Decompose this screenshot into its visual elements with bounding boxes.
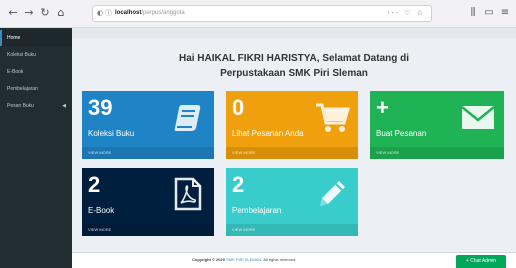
url-path: /perpus/anggota	[141, 10, 185, 16]
sidebar-item-pesan-buku[interactable]: Pesan Buku ◀	[0, 98, 72, 114]
pembelajaran-count: 2	[232, 172, 245, 197]
back-icon[interactable]: ←	[6, 6, 20, 20]
reload-icon[interactable]: ↻	[38, 6, 52, 20]
browser-toolbar: ← → ↻ ⌂ ◐ ⓘ localhost/perpus/anggota ···…	[0, 0, 516, 28]
shield-icon: ◐	[97, 9, 104, 17]
copyright-text: Copyright © 2020 SMK PIRI SLEMAN. All ri…	[192, 256, 296, 264]
pembelajaran-label: Pembelajaran	[232, 206, 282, 215]
lihat-pesanan-count: 0	[232, 95, 245, 120]
sidebar-item-label: Pembelajaran	[7, 86, 38, 92]
pdf-file-icon	[174, 177, 202, 211]
ebook-view-more[interactable]: VIEW MORE	[82, 224, 214, 236]
welcome-heading: Hai HAIKAL FIKRI HARISTYA, Selamat Datan…	[72, 51, 516, 81]
content-header-strip	[72, 28, 516, 38]
greeting-line-1: Hai HAIKAL FIKRI HARISTYA, Selamat Datan…	[178, 53, 410, 64]
buat-pesanan-box[interactable]: + Buat Pesanan VIEW MORE	[370, 91, 504, 159]
lihat-pesanan-view-more[interactable]: VIEW MORE	[226, 147, 358, 159]
envelope-icon	[461, 106, 495, 129]
main-content: Hai HAIKAL FIKRI HARISTYA, Selamat Datan…	[72, 28, 516, 268]
sidebar: Home Koleksi Buku E-Book Pembelajaran Pe…	[0, 28, 72, 268]
cart-icon	[316, 103, 350, 132]
sidebar-item-label: Pesan Buku	[7, 103, 34, 109]
buat-pesanan-plus: +	[376, 95, 389, 120]
sidebar-item-label: Koleksi Buku	[7, 52, 36, 58]
copyright-prefix: Copyright © 2020	[192, 257, 225, 262]
sidebar-item-home[interactable]: Home	[0, 30, 72, 46]
info-icon: ⓘ	[105, 9, 112, 17]
sidebar-toggle-icon[interactable]: ▭	[482, 6, 496, 20]
greeting-line-2: Perpustakaan SMK Piri Sleman	[220, 68, 368, 79]
lihat-pesanan-box[interactable]: 0 Lihat Pesanan Anda VIEW MORE	[226, 91, 358, 159]
sidebar-item-ebook[interactable]: E-Book	[0, 64, 72, 80]
menu-icon[interactable]: ≡	[498, 6, 512, 20]
sidebar-item-koleksi-buku[interactable]: Koleksi Buku	[0, 47, 72, 63]
koleksi-buku-box[interactable]: 39 Koleksi Buku VIEW MORE	[82, 91, 214, 159]
chat-admin-button[interactable]: + Chat Admin	[456, 255, 506, 268]
koleksi-buku-label: Koleksi Buku	[88, 129, 135, 138]
koleksi-buku-count: 39	[88, 95, 113, 120]
home-icon[interactable]: ⌂	[54, 6, 68, 20]
copyright-suffix: . All rights reserved.	[261, 257, 297, 262]
book-icon	[174, 105, 201, 131]
sidebar-item-label: Home	[7, 35, 21, 41]
footer-brand-link[interactable]: SMK PIRI SLEMAN	[226, 257, 261, 262]
ebook-label: E-Book	[88, 206, 115, 215]
url-bar[interactable]: ◐ ⓘ localhost/perpus/anggota ··· ♡ ☆	[92, 5, 432, 22]
ebook-count: 2	[88, 172, 101, 197]
sidebar-item-pembelajaran[interactable]: Pembelajaran	[0, 81, 72, 97]
pencil-icon	[320, 181, 345, 206]
caret-left-icon: ◀	[62, 103, 66, 109]
sidebar-item-label: E-Book	[7, 69, 24, 75]
buat-pesanan-label: Buat Pesanan	[376, 129, 427, 138]
pembelajaran-view-more[interactable]: VIEW MORE	[226, 224, 358, 236]
forward-icon[interactable]: →	[22, 6, 36, 20]
url-actions[interactable]: ··· ♡ ☆	[387, 6, 425, 21]
lihat-pesanan-label: Lihat Pesanan Anda	[232, 129, 304, 138]
buat-pesanan-view-more[interactable]: VIEW MORE	[370, 147, 504, 159]
koleksi-buku-view-more[interactable]: VIEW MORE	[82, 147, 214, 159]
ebook-box[interactable]: 2 E-Book VIEW MORE	[82, 168, 214, 236]
page-footer: Copyright © 2020 SMK PIRI SLEMAN. All ri…	[72, 252, 516, 268]
pembelajaran-box[interactable]: 2 Pembelajaran VIEW MORE	[226, 168, 358, 236]
url-host: localhost	[115, 10, 142, 16]
library-icon[interactable]: ⫼	[466, 6, 480, 20]
